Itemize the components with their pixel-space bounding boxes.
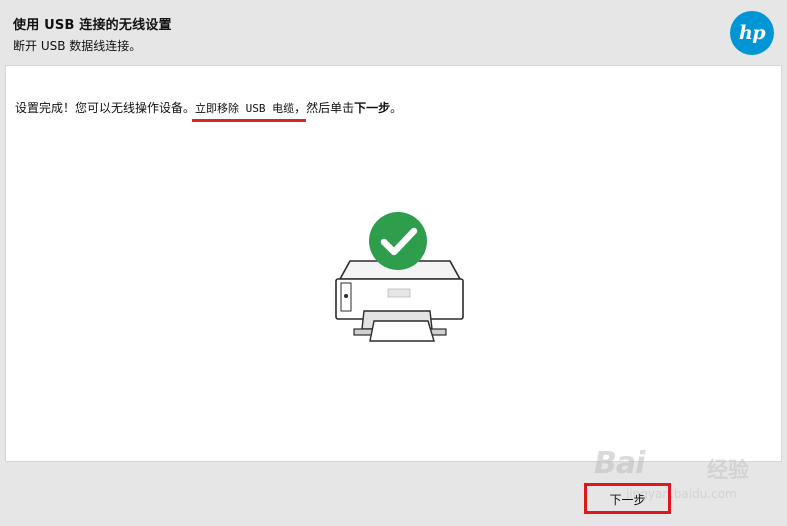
power-button-icon xyxy=(344,294,348,298)
checkmark-icon xyxy=(369,212,427,270)
hp-logo: hp xyxy=(730,11,774,55)
window-subtitle: 断开 USB 数据线连接。 xyxy=(13,39,142,53)
message-part-3: ，然后单击 xyxy=(294,101,355,115)
printer-illustration xyxy=(335,212,464,342)
message-part-2: 立即移除 USB 电缆 xyxy=(195,102,295,115)
instruction-message: 设置完成！您可以无线操作设备。立即移除 USB 电缆，然后单击下一步。 xyxy=(15,99,402,116)
header: 使用 USB 连接的无线设置 断开 USB 数据线连接。 hp xyxy=(0,0,787,62)
message-part-4: 下一步 xyxy=(354,101,391,115)
red-underline-annotation xyxy=(192,119,306,122)
paper-sheet xyxy=(369,320,435,342)
content-panel: 设置完成！您可以无线操作设备。立即移除 USB 电缆，然后单击下一步。 xyxy=(5,65,782,462)
hp-logo-text: hp xyxy=(738,22,766,44)
window-title: 使用 USB 连接的无线设置 xyxy=(13,18,172,33)
next-button[interactable]: 下一步 xyxy=(597,490,658,509)
printer-display xyxy=(387,288,411,298)
message-part-1: 设置完成！您可以无线操作设备。 xyxy=(15,101,196,115)
message-part-5: 。 xyxy=(390,101,403,115)
